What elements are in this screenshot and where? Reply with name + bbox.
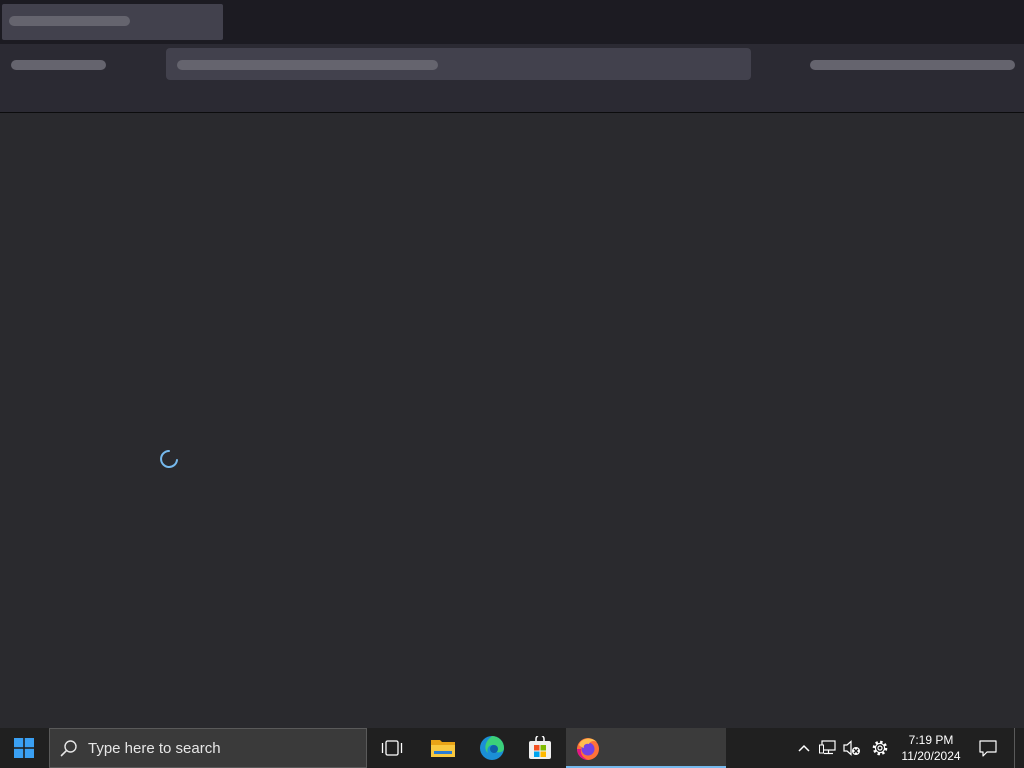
firefox-taskbar-button[interactable]	[566, 728, 726, 768]
page-content	[0, 113, 1024, 728]
notification-icon	[979, 739, 997, 757]
edge-icon	[480, 736, 504, 760]
loading-spinner-icon	[160, 450, 178, 468]
folder-icon	[431, 740, 455, 757]
task-view-icon	[381, 740, 403, 756]
show-desktop-button[interactable]	[1014, 728, 1015, 768]
navigation-toolbar	[0, 44, 1024, 113]
tab-title-placeholder	[9, 16, 130, 26]
gear-icon	[872, 740, 888, 756]
system-clock[interactable]: 7:19 PM 11/20/2024	[896, 728, 966, 768]
tab-loading[interactable]	[2, 4, 223, 40]
network-tray-button[interactable]	[816, 728, 840, 768]
browser-window	[0, 0, 1024, 728]
toolbar-actions-placeholder	[810, 60, 1015, 70]
firefox-icon	[577, 738, 599, 760]
edge-button[interactable]	[468, 728, 516, 768]
taskbar: Type here to search 7:19 PM 11/20/2024	[0, 728, 1024, 768]
store-button[interactable]	[516, 728, 564, 768]
url-bar[interactable]	[166, 48, 751, 80]
network-icon	[819, 740, 836, 755]
store-icon	[529, 736, 551, 759]
search-placeholder: Type here to search	[88, 739, 221, 757]
search-input[interactable]: Type here to search	[49, 728, 367, 768]
chevron-up-icon	[798, 744, 810, 752]
nav-buttons-placeholder	[11, 60, 106, 70]
windows-logo-icon	[14, 738, 34, 758]
volume-tray-button[interactable]	[840, 728, 864, 768]
clock-date: 11/20/2024	[901, 749, 961, 763]
show-hidden-icons-button[interactable]	[792, 728, 816, 768]
volume-muted-icon	[843, 740, 860, 756]
task-view-button[interactable]	[370, 728, 414, 768]
settings-tray-button[interactable]	[868, 728, 892, 768]
url-placeholder	[177, 60, 438, 70]
search-icon	[50, 739, 88, 757]
clock-time: 7:19 PM	[908, 733, 954, 747]
tab-strip	[0, 0, 1024, 44]
start-button[interactable]	[0, 728, 48, 768]
file-explorer-button[interactable]	[419, 728, 467, 768]
notification-center-button[interactable]	[972, 728, 1004, 768]
